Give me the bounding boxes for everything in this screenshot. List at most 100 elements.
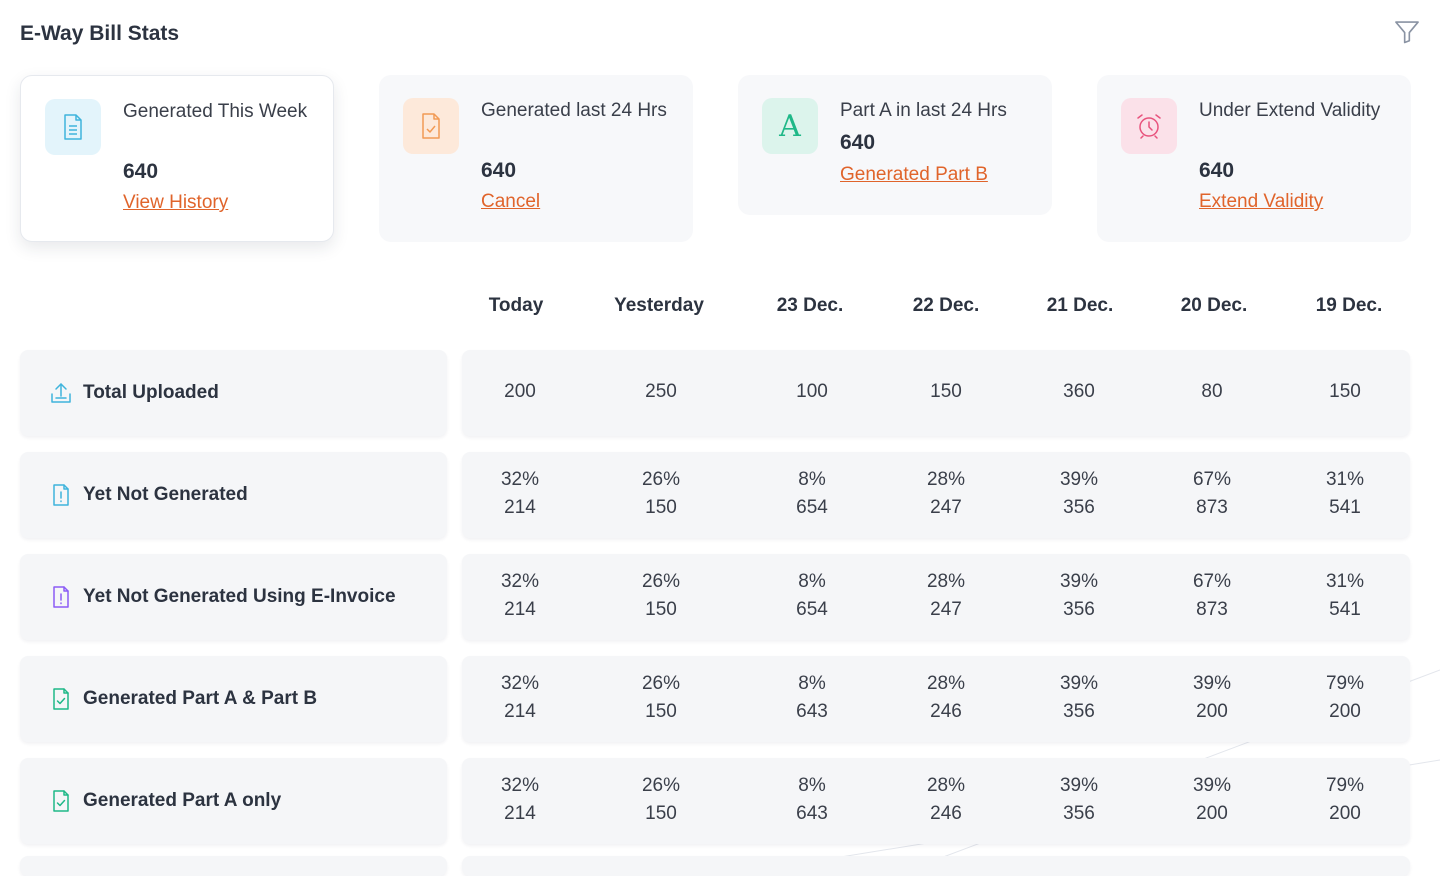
count-value: 360 (1063, 381, 1095, 402)
count-value: 873 (1196, 497, 1228, 518)
percent-value: 8% (798, 571, 826, 592)
filter-icon[interactable] (1393, 18, 1421, 46)
row-label-text: Yet Not Generated (83, 484, 248, 505)
count-value: 150 (645, 701, 677, 722)
eway-bill-stats-panel: E-Way Bill Stats Generated This Week 640… (0, 0, 1440, 876)
percent-value: 31% (1325, 469, 1365, 490)
file-check-icon (422, 113, 440, 139)
column-header-yesterday: Yesterday (614, 295, 704, 316)
percent-value: 8% (798, 469, 826, 490)
stat-card-generated-this-week[interactable]: Generated This Week 640 View History (20, 75, 334, 242)
count-value: 654 (796, 497, 828, 518)
percent-value: 32% (500, 775, 540, 796)
view-history-link[interactable]: View History (123, 192, 228, 214)
card-label: Part A in last 24 Hrs (840, 100, 1007, 121)
row-data-yet-not-generated-e-invoice: 32% 214 26% 150 8% 654 28% 247 39% 356 6… (462, 554, 1410, 640)
count-value: 200 (1196, 701, 1228, 722)
card-icon-box (403, 98, 459, 154)
row-label-next-partial (20, 856, 447, 876)
row-label-yet-not-generated: Yet Not Generated (20, 452, 447, 538)
cancel-link[interactable]: Cancel (481, 191, 540, 213)
percent-value: 28% (926, 673, 966, 694)
column-header-date: 19 Dec. (1315, 295, 1383, 316)
row-data-yet-not-generated: 32% 214 26% 150 8% 654 28% 247 39% 356 6… (462, 452, 1410, 538)
card-icon-box: A (762, 98, 818, 154)
percent-value: 26% (641, 469, 681, 490)
row-label-total-uploaded: Total Uploaded (20, 350, 447, 436)
count-value: 150 (645, 803, 677, 824)
count-value: 246 (930, 803, 962, 824)
stat-card-under-extend-validity[interactable]: Under Extend Validity 640 Extend Validit… (1097, 75, 1411, 242)
count-value: 873 (1196, 599, 1228, 620)
percent-value: 8% (798, 775, 826, 796)
card-value: 640 (481, 159, 517, 182)
document-icon (64, 114, 82, 140)
column-header-date: 22 Dec. (912, 295, 980, 316)
count-value: 200 (1329, 803, 1361, 824)
percent-value: 39% (1192, 775, 1232, 796)
card-value: 640 (123, 160, 159, 183)
percent-value: 79% (1325, 673, 1365, 694)
percent-value: 39% (1059, 775, 1099, 796)
card-value: 640 (840, 131, 876, 154)
count-value: 214 (504, 599, 536, 620)
row-data-next-partial (462, 856, 1410, 876)
count-value: 541 (1329, 497, 1361, 518)
percent-value: 26% (641, 775, 681, 796)
count-value: 80 (1201, 381, 1223, 402)
page-title: E-Way Bill Stats (20, 22, 180, 45)
card-icon-box (45, 99, 101, 155)
row-label-generated-part-a-and-b: Generated Part A & Part B (20, 656, 447, 742)
percent-value: 28% (926, 571, 966, 592)
percent-value: 28% (926, 775, 966, 796)
file-alert-icon (53, 586, 69, 608)
file-alert-icon (53, 484, 69, 506)
card-label: Generated last 24 Hrs (481, 100, 667, 121)
percent-value: 26% (641, 571, 681, 592)
percent-value: 28% (926, 469, 966, 490)
stat-card-part-a-last-24-hrs[interactable]: A Part A in last 24 Hrs 640 Generated Pa… (738, 75, 1052, 215)
percent-value: 32% (500, 571, 540, 592)
count-value: 150 (645, 497, 677, 518)
row-label-text: Generated Part A only (83, 790, 282, 811)
count-value: 100 (796, 381, 828, 402)
column-header-date: 20 Dec. (1180, 295, 1248, 316)
row-label-generated-part-a-only: Generated Part A only (20, 758, 447, 844)
file-check-icon (53, 688, 69, 710)
count-value: 150 (1329, 381, 1361, 402)
letter-a-icon: A (779, 108, 801, 144)
percent-value: 67% (1192, 469, 1232, 490)
percent-value: 32% (500, 469, 540, 490)
percent-value: 39% (1192, 673, 1232, 694)
percent-value: 31% (1325, 571, 1365, 592)
count-value: 214 (504, 803, 536, 824)
row-label-text: Yet Not Generated Using E-Invoice (83, 586, 396, 607)
count-value: 200 (1329, 701, 1361, 722)
alarm-clock-icon (1137, 114, 1161, 139)
card-icon-box (1121, 98, 1177, 154)
card-label: Under Extend Validity (1199, 100, 1381, 121)
card-label: Generated This Week (123, 101, 308, 122)
percent-value: 26% (641, 673, 681, 694)
percent-value: 32% (500, 673, 540, 694)
row-label-yet-not-generated-e-invoice: Yet Not Generated Using E-Invoice (20, 554, 447, 640)
file-check-icon (53, 790, 69, 812)
generated-part-b-link[interactable]: Generated Part B (840, 164, 988, 186)
count-value: 214 (504, 701, 536, 722)
upload-icon (51, 383, 71, 403)
count-value: 356 (1063, 803, 1095, 824)
count-value: 150 (930, 381, 962, 402)
column-header-today: Today (488, 295, 544, 316)
count-value: 356 (1063, 497, 1095, 518)
stat-card-generated-last-24-hrs[interactable]: Generated last 24 Hrs 640 Cancel (379, 75, 693, 242)
count-value: 643 (796, 803, 828, 824)
count-value: 214 (504, 497, 536, 518)
extend-validity-link[interactable]: Extend Validity (1199, 191, 1323, 213)
column-header-date: 23 Dec. (776, 295, 844, 316)
count-value: 654 (796, 599, 828, 620)
row-data-generated-part-a-only: 32% 214 26% 150 8% 643 28% 246 39% 356 3… (462, 758, 1410, 844)
row-label-text: Generated Part A & Part B (83, 688, 318, 709)
count-value: 356 (1063, 599, 1095, 620)
count-value: 150 (645, 599, 677, 620)
card-value: 640 (1199, 159, 1235, 182)
